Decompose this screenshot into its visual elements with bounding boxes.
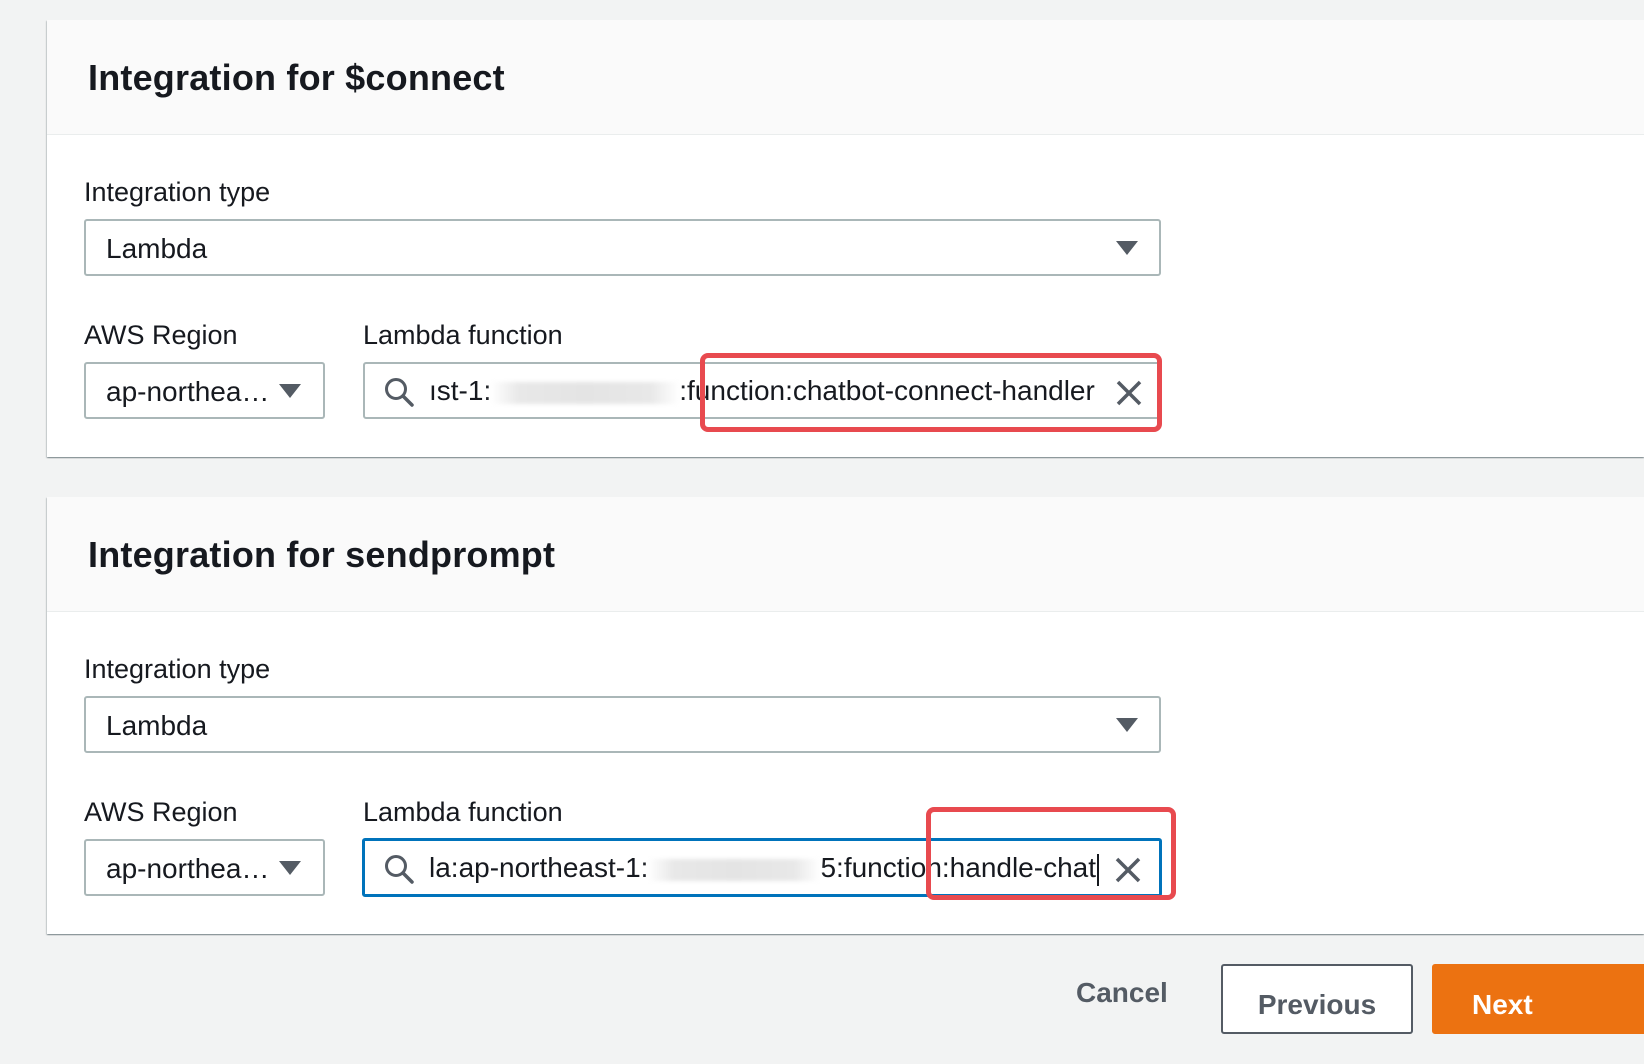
- panel-header: Integration for $connect: [47, 20, 1644, 135]
- integration-panel-sendprompt: Integration for sendprompt Integration t…: [47, 497, 1644, 934]
- region-select[interactable]: ap-northea…: [84, 839, 325, 896]
- caret-down-icon: [279, 861, 301, 875]
- lambda-function-label: Lambda function: [363, 797, 563, 827]
- integration-type-label: Integration type: [84, 654, 271, 684]
- integration-type-label: Integration type: [84, 177, 271, 207]
- integration-type-value: Lambda: [106, 233, 208, 264]
- integration-type-value: Lambda: [106, 710, 208, 741]
- caret-down-icon: [279, 384, 301, 398]
- annotation-highlight-box: [700, 353, 1162, 432]
- integration-panel-connect: Integration for $connect Integration typ…: [47, 20, 1644, 457]
- previous-button[interactable]: Previous: [1221, 964, 1413, 1034]
- region-label: AWS Region: [84, 797, 238, 827]
- next-button[interactable]: Next: [1432, 964, 1644, 1034]
- integration-type-select[interactable]: Lambda: [84, 696, 1161, 753]
- redacted-account-id: [648, 858, 821, 881]
- caret-down-icon: [1116, 241, 1138, 255]
- caret-down-icon: [1116, 718, 1138, 732]
- integration-type-select[interactable]: Lambda: [84, 219, 1161, 276]
- lambda-function-label: Lambda function: [363, 320, 563, 350]
- annotation-highlight-box: [926, 807, 1176, 900]
- search-icon: [383, 853, 415, 890]
- region-select[interactable]: ap-northea…: [84, 362, 325, 419]
- redacted-account-id: [491, 381, 680, 404]
- region-value: ap-northea…: [106, 376, 270, 407]
- region-value: ap-northea…: [106, 853, 270, 884]
- search-icon: [383, 376, 415, 413]
- panel-header: Integration for sendprompt: [47, 497, 1644, 612]
- panel-title: Integration for $connect: [88, 57, 505, 98]
- region-label: AWS Region: [84, 320, 238, 350]
- cancel-button[interactable]: Cancel: [1076, 977, 1168, 1009]
- panel-title: Integration for sendprompt: [88, 534, 556, 575]
